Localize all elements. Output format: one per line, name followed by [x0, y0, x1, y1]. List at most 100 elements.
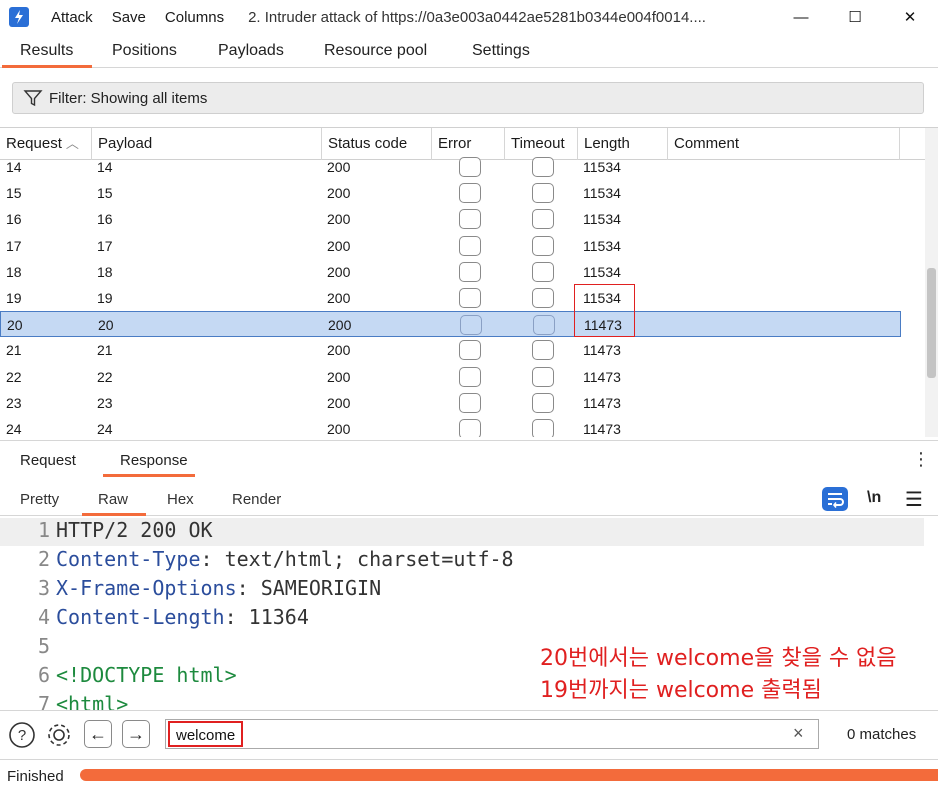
minimize-button[interactable]: —	[788, 4, 814, 30]
timeout-checkbox	[532, 209, 554, 230]
help-button[interactable]: ?	[8, 721, 36, 749]
error-checkbox	[459, 366, 481, 387]
table-row[interactable]: 24 24 200 11473	[0, 416, 901, 437]
window-title: 2. Intruder attack of https://0a3e003a04…	[248, 8, 706, 26]
menu-attack[interactable]: Attack	[51, 9, 93, 26]
show-newlines-button[interactable]: \n	[867, 489, 881, 507]
cell-length: 11534	[583, 211, 621, 228]
next-match-button[interactable]: →	[122, 720, 150, 748]
tab-render[interactable]: Render	[232, 491, 281, 508]
tab-payloads[interactable]: Payloads	[218, 42, 284, 60]
code-line-3: 3 X-Frame-Options: SAMEORIGIN	[37, 576, 382, 600]
table-row[interactable]: 21 21 200 11473	[0, 337, 901, 363]
tab-raw[interactable]: Raw	[98, 491, 128, 508]
cell-request: 18	[6, 263, 22, 280]
cell-request: 14	[6, 159, 22, 175]
attack-progress-bar	[80, 769, 938, 781]
search-settings-button[interactable]	[45, 721, 73, 749]
annotation-line-2: 19번까지는 welcome 출력됨	[540, 678, 822, 703]
cell-length: 11534	[583, 263, 621, 280]
arrow-right-icon: →	[127, 723, 145, 744]
timeout-checkbox	[532, 288, 554, 308]
cell-length: 11473	[583, 342, 621, 359]
editor-scrollbar[interactable]	[924, 516, 938, 710]
timeout-checkbox	[532, 261, 554, 282]
cell-request: 20	[7, 317, 23, 334]
cell-request: 23	[6, 394, 22, 411]
filter-icon	[23, 90, 43, 107]
cell-payload: 16	[97, 211, 113, 228]
error-checkbox	[460, 315, 482, 336]
table-row[interactable]: 15 15 200 11534	[0, 180, 901, 206]
table-body: 14 14 200 11534 15 15 200 11534 16 16 200 11534 17 17…	[0, 157, 925, 437]
cell-request: 22	[6, 368, 22, 385]
cell-payload: 14	[97, 159, 113, 175]
table-row[interactable]: 16 16 200 11534	[0, 206, 901, 232]
word-wrap-button[interactable]	[822, 487, 848, 511]
table-row[interactable]: 14 14 200 11534	[0, 154, 901, 180]
table-row[interactable]: 19 19 200 11534	[0, 285, 901, 311]
tab-results[interactable]: Results	[20, 42, 73, 60]
more-options-icon[interactable]: ⋮	[912, 449, 930, 470]
arrow-left-icon: ←	[89, 723, 107, 744]
svg-text:?: ?	[18, 727, 26, 744]
cell-payload: 24	[97, 421, 113, 437]
cell-length: 11534	[583, 185, 621, 202]
cell-length: 11473	[583, 368, 621, 385]
table-row[interactable]: 20 20 200 11473	[0, 311, 901, 338]
hamburger-menu-icon[interactable]: ☰	[905, 487, 923, 512]
menu-columns[interactable]: Columns	[165, 9, 224, 26]
cell-status-code: 200	[327, 342, 351, 359]
annotation-line-1: 20번에서는 welcome을 찾을 수 없음	[540, 646, 897, 671]
error-checkbox	[459, 288, 481, 308]
response-raw-editor[interactable]: 1 HTTP/2 200 OK 2 Content-Type: text/html;…	[0, 516, 938, 710]
maximize-button[interactable]: ☐	[842, 4, 868, 30]
tab-hex[interactable]: Hex	[167, 491, 194, 508]
code-line-7: 7 <html>	[37, 692, 129, 710]
cell-payload: 19	[97, 290, 113, 306]
timeout-checkbox	[532, 235, 554, 256]
table-row[interactable]: 17 17 200 11534	[0, 233, 901, 259]
cell-request: 19	[6, 290, 22, 306]
cell-length: 11534	[583, 237, 621, 254]
cell-payload: 23	[97, 394, 113, 411]
table-row[interactable]: 22 22 200 11473	[0, 364, 901, 390]
clear-search-icon[interactable]: ×	[793, 723, 804, 744]
tab-settings[interactable]: Settings	[472, 42, 530, 60]
tab-resource-pool[interactable]: Resource pool	[324, 42, 427, 60]
message-tabs: Request Response ⋮	[0, 440, 938, 477]
table-scroll-thumb[interactable]	[927, 268, 936, 378]
search-value: welcome	[168, 721, 244, 747]
menu-save[interactable]: Save	[112, 9, 146, 26]
timeout-checkbox	[532, 157, 554, 177]
table-row[interactable]: 23 23 200 11473	[0, 390, 901, 416]
timeout-checkbox	[532, 392, 554, 413]
code-line-2: 2 Content-Type: text/html; charset=utf-8	[37, 547, 514, 571]
cell-status-code: 200	[327, 211, 351, 228]
length-change-highlight	[574, 284, 635, 337]
search-bar: ? ← → welcome × 0 matches	[0, 710, 938, 758]
error-checkbox	[459, 340, 481, 361]
cell-length: 11473	[583, 394, 621, 411]
table-scrollbar[interactable]	[925, 128, 938, 437]
cell-status-code: 200	[327, 263, 351, 280]
cell-request: 24	[6, 421, 22, 437]
tab-request[interactable]: Request	[20, 452, 76, 469]
cell-request: 17	[6, 237, 22, 254]
timeout-checkbox	[533, 315, 555, 336]
timeout-checkbox	[532, 340, 554, 361]
cell-request: 21	[6, 342, 22, 359]
filter-label: Filter: Showing all items	[49, 89, 208, 107]
error-checkbox	[459, 183, 481, 204]
previous-match-button[interactable]: ←	[84, 720, 112, 748]
table-row[interactable]: 18 18 200 11534	[0, 259, 901, 285]
tab-response[interactable]: Response	[120, 452, 188, 469]
timeout-checkbox	[532, 183, 554, 204]
close-window-button[interactable]: ✕	[897, 4, 923, 30]
filter-bar[interactable]: Filter: Showing all items	[12, 82, 924, 114]
cell-status-code: 200	[328, 317, 352, 334]
search-input[interactable]: welcome ×	[165, 719, 819, 749]
tab-positions[interactable]: Positions	[112, 42, 177, 60]
active-tab-indicator	[2, 65, 92, 68]
tab-pretty[interactable]: Pretty	[20, 491, 59, 508]
